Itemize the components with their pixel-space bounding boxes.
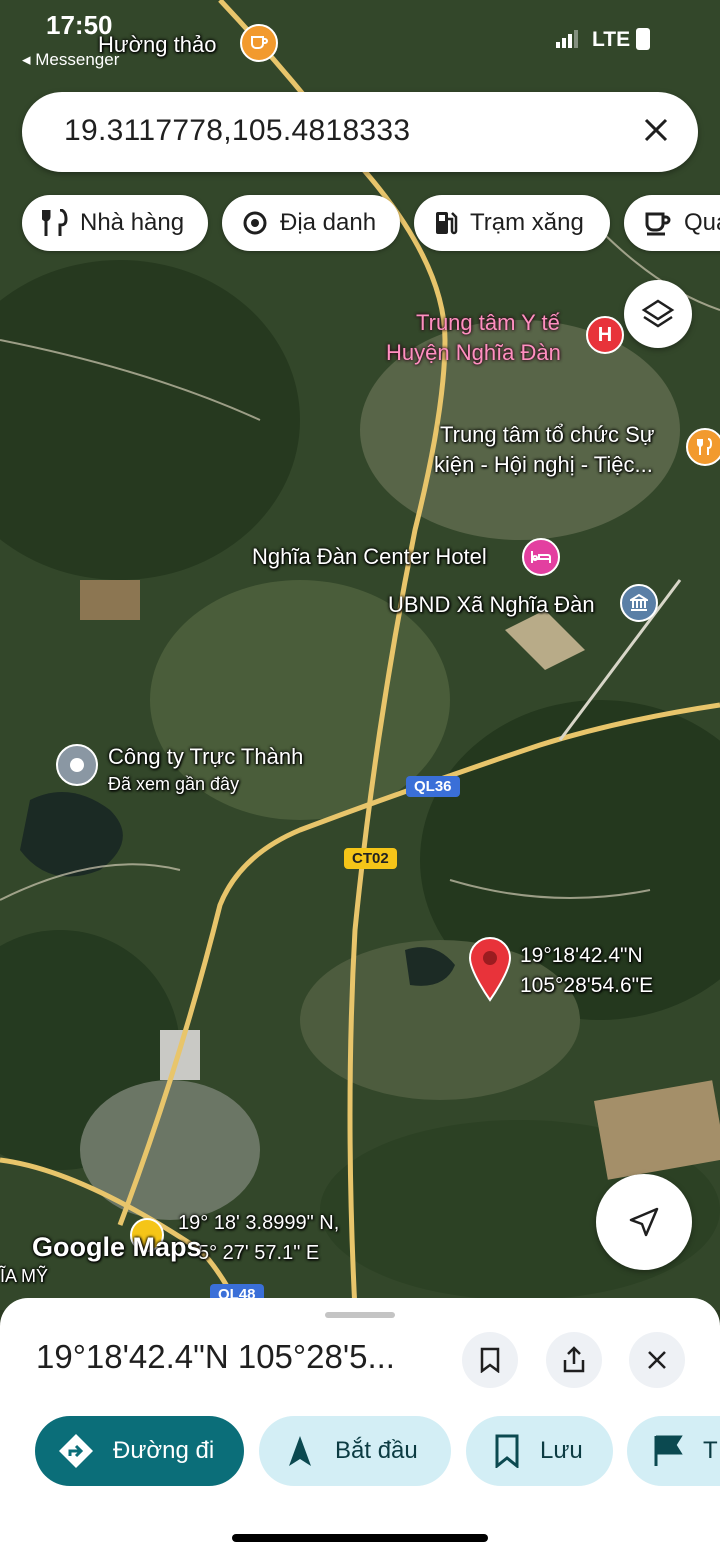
battery-icon bbox=[636, 28, 650, 50]
hotel-poi-icon[interactable] bbox=[522, 538, 560, 576]
chip-landmarks[interactable]: Địa danh bbox=[222, 195, 400, 251]
navigation-arrow-icon bbox=[289, 1436, 311, 1466]
label-text: T bbox=[703, 1437, 718, 1464]
save-place-button[interactable] bbox=[462, 1332, 518, 1388]
chip-label: Nhà hàng bbox=[80, 209, 185, 236]
chip-label: Địa danh bbox=[280, 209, 377, 236]
map-label-event-center-2[interactable]: kiện - Hội nghị - Tiệc... bbox=[434, 452, 653, 478]
chip-restaurants[interactable]: Nhà hàng bbox=[22, 195, 208, 251]
close-icon bbox=[648, 1351, 666, 1369]
label-button[interactable]: T bbox=[627, 1416, 720, 1486]
map-label-medical-center-1[interactable]: Trung tâm Y tế bbox=[416, 310, 560, 336]
layers-icon bbox=[641, 299, 675, 328]
road-shield-ct02: CT02 bbox=[344, 848, 397, 869]
saved-place-marker-icon[interactable] bbox=[56, 744, 98, 786]
gas-station-icon bbox=[436, 212, 458, 235]
bookmark-icon bbox=[480, 1347, 500, 1373]
restaurant-poi-icon[interactable] bbox=[686, 428, 720, 466]
map-label-medical-center-2[interactable]: Huyện Nghĩa Đàn bbox=[386, 340, 561, 366]
start-label: Bắt đầu bbox=[335, 1437, 418, 1464]
map-label-village-edge: ĨA MỸ bbox=[0, 1266, 49, 1286]
home-indicator[interactable] bbox=[232, 1534, 488, 1542]
google-maps-attribution: Google Maps bbox=[32, 1232, 202, 1262]
back-to-messenger[interactable]: ◂ Messenger bbox=[22, 50, 119, 70]
directions-label: Đường đi bbox=[113, 1437, 215, 1464]
overlay-coordinate-lng: 5° 27' 57.1" E bbox=[198, 1242, 320, 1264]
save-label: Lưu bbox=[540, 1437, 583, 1464]
navigation-arrow-icon bbox=[629, 1207, 659, 1237]
layers-button[interactable] bbox=[624, 280, 692, 348]
map-label-company-sub: Đã xem gần đây bbox=[108, 774, 240, 794]
save-button[interactable]: Lưu bbox=[466, 1416, 613, 1486]
directions-icon bbox=[59, 1434, 93, 1468]
flag-icon bbox=[654, 1435, 683, 1466]
network-type: LTE bbox=[592, 28, 631, 51]
share-button[interactable] bbox=[546, 1332, 602, 1388]
signal-icon bbox=[556, 30, 578, 48]
government-poi-icon[interactable] bbox=[620, 584, 658, 622]
clear-search-icon[interactable] bbox=[640, 114, 672, 146]
search-bar[interactable]: 19.3117778,105.4818333 bbox=[22, 92, 698, 172]
map-label-ubnd[interactable]: UBND Xã Nghĩa Đàn bbox=[388, 592, 595, 618]
map-label-hotel[interactable]: Nghĩa Đàn Center Hotel bbox=[252, 544, 487, 570]
status-bar: 17:50 ◂ Messenger LTE bbox=[0, 0, 720, 80]
search-input[interactable]: 19.3117778,105.4818333 bbox=[64, 114, 410, 148]
drag-handle[interactable] bbox=[325, 1312, 395, 1318]
pin-longitude-label: 105°28'54.6"E bbox=[520, 974, 654, 997]
hospital-poi-icon[interactable]: H bbox=[586, 316, 624, 354]
restaurant-icon bbox=[42, 209, 68, 236]
road-shield-ql36: QL36 bbox=[406, 776, 460, 797]
overlay-coordinate-lat: 19° 18' 3.8999" N, bbox=[178, 1212, 340, 1234]
dropped-pin-icon[interactable] bbox=[466, 934, 514, 1002]
cafe-icon bbox=[645, 212, 671, 236]
close-sheet-button[interactable] bbox=[629, 1332, 685, 1388]
chip-gas-stations[interactable]: Trạm xăng bbox=[414, 195, 610, 251]
bookmark-icon bbox=[495, 1434, 519, 1468]
my-location-button[interactable] bbox=[596, 1174, 692, 1270]
status-time: 17:50 bbox=[46, 10, 113, 40]
place-bottom-sheet[interactable]: 19°18'42.4"N 105°28'5... Đường đi Bắt đầ… bbox=[0, 1298, 720, 1559]
share-icon bbox=[563, 1346, 585, 1373]
chip-label: Trạm xăng bbox=[470, 209, 584, 236]
place-title: 19°18'42.4"N 105°28'5... bbox=[36, 1338, 395, 1375]
landmark-icon bbox=[243, 211, 267, 235]
map-label-event-center-1[interactable]: Trung tâm tổ chức Sự bbox=[440, 422, 655, 448]
chip-label: Quá bbox=[684, 209, 720, 236]
chip-cafes[interactable]: Quá bbox=[624, 195, 720, 251]
pin-latitude-label: 19°18'42.4"N bbox=[520, 944, 643, 967]
directions-button[interactable]: Đường đi bbox=[35, 1416, 244, 1486]
map-label-company[interactable]: Công ty Trực Thành bbox=[108, 744, 303, 770]
start-button[interactable]: Bắt đầu bbox=[259, 1416, 451, 1486]
